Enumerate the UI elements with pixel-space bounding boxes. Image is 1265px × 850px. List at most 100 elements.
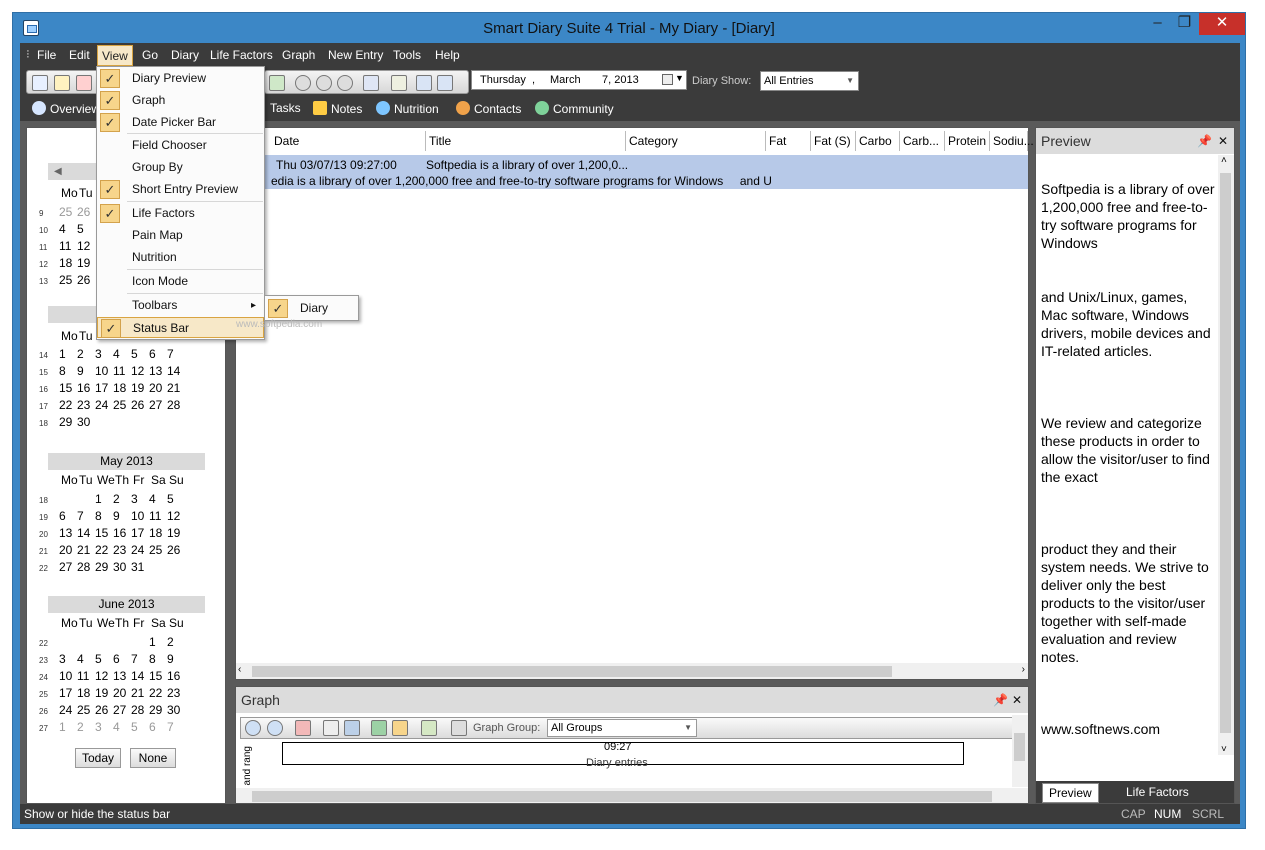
menu-edit[interactable]: Edit	[65, 47, 94, 63]
calendar-day[interactable]: 16	[113, 526, 131, 540]
grid-horizontal-scrollbar[interactable]: ‹ ›	[236, 663, 1028, 679]
scroll-thumb[interactable]	[252, 791, 992, 802]
calendar-day[interactable]: 20	[113, 686, 131, 700]
calendar-day[interactable]: 25	[113, 398, 131, 412]
calendar-week[interactable]: 21 20 21 22 23 24 25 26	[39, 543, 219, 560]
calendar-day[interactable]: 14	[77, 526, 95, 540]
col-protein[interactable]: Protein	[945, 131, 990, 151]
calendar-day[interactable]: 6	[149, 347, 167, 361]
print-icon[interactable]	[269, 75, 285, 91]
restore-button[interactable]: ❐	[1171, 13, 1198, 35]
menu-item-graph[interactable]: ✓ Graph	[97, 90, 264, 111]
menu-item-toolbars[interactable]: Toolbars ▸	[97, 295, 264, 316]
calendar-day[interactable]: 24	[95, 398, 113, 412]
chart-settings-icon[interactable]	[421, 720, 437, 736]
calendar-day[interactable]: 29	[149, 703, 167, 717]
calendar-day[interactable]: 7	[167, 720, 185, 734]
nav-overview[interactable]: Overview	[32, 101, 100, 116]
col-fat[interactable]: Fat	[766, 131, 811, 151]
calendar-day[interactable]: 4	[149, 492, 167, 506]
calendar-day[interactable]: 29	[95, 560, 113, 574]
calendar-week[interactable]: 19 6 7 8 9 10 11 12	[39, 509, 219, 526]
menu-help[interactable]: Help	[431, 47, 464, 63]
bar-chart-icon[interactable]	[371, 720, 387, 736]
calendar-week[interactable]: 27 1 2 3 4 5 6 7	[39, 720, 219, 737]
scroll-thumb[interactable]	[252, 666, 892, 677]
calendar-dropdown-icon[interactable]	[662, 74, 673, 85]
table-view-icon[interactable]	[363, 75, 379, 91]
calendar-day[interactable]: 6	[149, 720, 167, 734]
calendar-day[interactable]: 26	[131, 398, 149, 412]
menu-item-life-factors[interactable]: ✓ Life Factors	[97, 203, 264, 224]
calendar-icon[interactable]	[391, 75, 407, 91]
calendar-day[interactable]: 24	[59, 703, 77, 717]
calendar-day[interactable]: 12	[167, 509, 185, 523]
graph-vertical-scrollbar[interactable]	[1012, 715, 1028, 787]
calendar-day[interactable]: 17	[131, 526, 149, 540]
calendar-day[interactable]: 22	[149, 686, 167, 700]
calendar-day[interactable]: 8	[59, 364, 77, 378]
copy-icon[interactable]	[323, 720, 339, 736]
calendar-day[interactable]: 27	[113, 703, 131, 717]
calendar-day[interactable]: 3	[59, 652, 77, 666]
calendar-day[interactable]: 7	[77, 509, 95, 523]
calendar-day[interactable]: 18	[77, 686, 95, 700]
calendar-day[interactable]: 25	[149, 543, 167, 557]
calendar-day[interactable]: 15	[59, 381, 77, 395]
col-sodium[interactable]: Sodiu...	[990, 131, 1034, 151]
calendar-day[interactable]: 11	[149, 509, 167, 523]
scroll-down-icon[interactable]: ˅	[1221, 744, 1227, 755]
calendar-day[interactable]: 28	[167, 398, 185, 412]
calendar-week[interactable]: 26 24 25 26 27 28 29 30	[39, 703, 219, 720]
calendar-day[interactable]: 21	[77, 543, 95, 557]
calendar-day[interactable]: 26	[95, 703, 113, 717]
scroll-thumb[interactable]	[1220, 173, 1231, 733]
graph-group-select[interactable]: All Groups ▼	[547, 719, 697, 737]
calendar-day[interactable]: 31	[131, 560, 149, 574]
calendar-week[interactable]: 14 1 2 3 4 5 6 7	[39, 347, 219, 364]
calendar-day[interactable]: 9	[167, 652, 185, 666]
group-icon[interactable]	[416, 75, 432, 91]
line-chart-icon[interactable]	[392, 720, 408, 736]
calendar-week[interactable]: 18 29 30	[39, 415, 219, 432]
find-prev-icon[interactable]	[337, 75, 353, 91]
close-panel-icon[interactable]: ✕	[1218, 128, 1228, 154]
calendar-day[interactable]: 24	[131, 543, 149, 557]
calendar-day[interactable]: 21	[131, 686, 149, 700]
calendar-day[interactable]: 11	[113, 364, 131, 378]
col-title[interactable]: Title	[426, 131, 626, 151]
menu-tools[interactable]: Tools	[389, 47, 425, 63]
chevron-down-icon[interactable]: ▼	[675, 73, 684, 83]
col-carbo[interactable]: Carbo	[856, 131, 900, 151]
col-date[interactable]: Date	[271, 131, 426, 151]
pin-icon[interactable]: 📌	[993, 687, 1008, 713]
calendar-day[interactable]: 2	[167, 635, 185, 649]
menu-item-field-chooser[interactable]: Field Chooser	[97, 135, 264, 156]
print-graph-icon[interactable]	[451, 720, 467, 736]
col-fat-s[interactable]: Fat (S)	[811, 131, 856, 151]
calendar-day[interactable]: 28	[77, 560, 95, 574]
calendar-day[interactable]: 27	[149, 398, 167, 412]
calendar-day[interactable]: 7	[167, 347, 185, 361]
ungroup-icon[interactable]	[437, 75, 453, 91]
calendar-day[interactable]: 3	[95, 720, 113, 734]
nav-contacts[interactable]: Contacts	[456, 101, 521, 116]
menu-item-group-by[interactable]: Group By	[97, 157, 264, 178]
calendar-week[interactable]: 24 10 11 12 13 14 15 16	[39, 669, 219, 686]
menu-file[interactable]: File	[33, 47, 60, 63]
submenu-diary[interactable]: ✓ Diary	[265, 298, 358, 319]
menu-graph[interactable]: Graph	[278, 47, 319, 63]
calendar-day[interactable]: 30	[77, 415, 95, 429]
calendar-day[interactable]: 2	[77, 720, 95, 734]
calendar-day[interactable]: 26	[167, 543, 185, 557]
calendar-day[interactable]: 1	[59, 347, 77, 361]
calendar-day[interactable]: 21	[167, 381, 185, 395]
calendar-day[interactable]: 30	[113, 560, 131, 574]
calendar-day[interactable]: 2	[77, 347, 95, 361]
col-category[interactable]: Category	[626, 131, 766, 151]
menu-item-pain-map[interactable]: Pain Map	[97, 225, 264, 246]
menu-view[interactable]: View	[97, 45, 133, 66]
calendar-day[interactable]: 15	[95, 526, 113, 540]
calendar-day[interactable]: 1	[59, 720, 77, 734]
menu-new-entry[interactable]: New Entry	[324, 47, 387, 63]
